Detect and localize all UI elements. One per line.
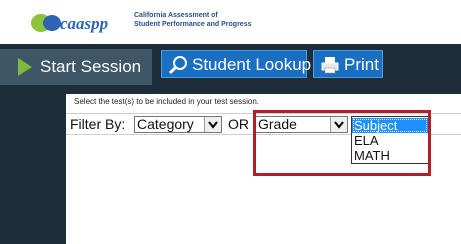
print-button[interactable]: Print [313,50,383,78]
printer-icon [321,57,339,74]
or-label: OR [228,116,249,132]
session-toolbar: Start Session Student Lookup Print [0,44,461,86]
category-select-value: Category [137,116,194,132]
student-lookup-button[interactable]: Student Lookup [161,50,311,78]
app-header: caaspp California Assessment of Student … [0,0,461,44]
callout-highlight-box [253,110,431,176]
start-session-button[interactable]: Start Session [0,49,152,85]
org-line-1: California Assessment of [134,12,218,19]
logo-text: caaspp [60,14,108,33]
search-icon [168,56,187,75]
org-name: California Assessment of Student Perform… [134,11,251,29]
print-label: Print [344,55,379,74]
org-line-2: Student Performance and Progress [134,21,252,28]
play-icon [18,58,32,76]
start-session-label: Start Session [40,57,142,76]
filter-by-label: Filter By: [70,116,126,132]
student-lookup-label: Student Lookup [192,55,312,74]
chevron-down-icon [204,117,221,132]
instructions-text: Select the test(s) to be included in you… [74,97,259,106]
caaspp-logo-icon: caaspp [31,14,108,33]
category-select[interactable]: Category [134,116,222,133]
